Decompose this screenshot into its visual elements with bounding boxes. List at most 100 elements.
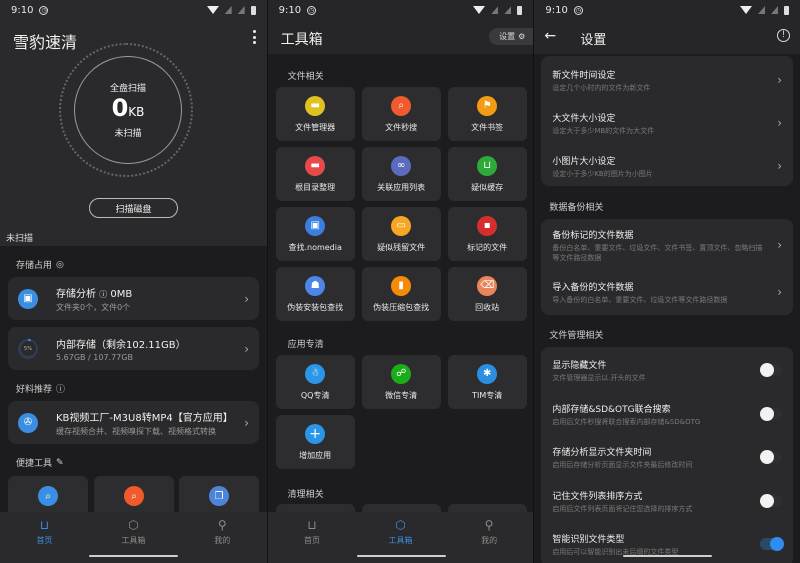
storage-analysis-icon: ▣ <box>18 288 38 309</box>
tool-tile[interactable]: + 增加应用 <box>275 415 355 469</box>
settings-item[interactable]: 大文件大小设定 设定大于多少MB的文件为大文件 › <box>542 104 792 142</box>
status-bar: 9:10 ◷ <box>0 0 267 20</box>
tool-label: 微信专清 <box>385 390 418 400</box>
help-icon[interactable]: ⓘ <box>56 382 65 395</box>
file-section-title: 文件管理相关 <box>549 331 604 341</box>
toggle-switch[interactable] <box>760 494 783 508</box>
tool-tile[interactable]: ☗ 伪装安装包查找 <box>275 267 355 321</box>
folder-icon: ▬ <box>305 95 326 116</box>
tool-label: 文件秒搜 <box>385 122 418 132</box>
tool-tile[interactable]: ⌫ 回收站 <box>447 267 527 321</box>
nav-label: 工具箱 <box>121 536 146 545</box>
person-icon: ⚲ <box>484 518 494 532</box>
more-menu-icon[interactable] <box>253 30 257 44</box>
settings-item-subtitle: 启用后文件列表页面将记住您选择的排序方式 <box>552 504 693 513</box>
toggle-knob <box>760 494 775 508</box>
storage-usage-ring: 5% <box>18 338 38 359</box>
tool-tile[interactable]: ∞ 关联应用列表 <box>361 147 441 201</box>
settings-item-title: 小图片大小设定 <box>552 156 616 167</box>
video-reel-icon: ✇ <box>18 412 38 433</box>
recommend-title: KB视频工厂-M3U8转MP4【官方应用】 <box>56 412 233 424</box>
nav-label: 首页 <box>36 536 53 545</box>
signal-icon <box>758 6 766 14</box>
gesture-bar[interactable] <box>89 555 178 557</box>
settings-item[interactable]: 小图片大小设定 设定小于多少KB的图片为小图片 › <box>542 147 792 185</box>
tool-tile[interactable]: ▭ 疑似残留文件 <box>361 207 441 261</box>
nav-mine[interactable]: ⚲ 我的 <box>178 518 267 563</box>
settings-item[interactable]: 备份标记的文件数据 备份白名单、重要文件、垃圾文件、文件书签、置顶文件、忽略扫描… <box>542 222 792 268</box>
chevron-right-icon: › <box>244 291 249 306</box>
storage-analysis-title: 存储分析 <box>56 288 96 300</box>
tool-tile[interactable]: ✱ TIM专清 <box>447 355 527 409</box>
tim-icon: ✱ <box>477 363 498 384</box>
alarm-icon: ◷ <box>307 5 317 15</box>
tool-tile[interactable]: ▬ 根目录整理 <box>275 147 355 201</box>
nav-home[interactable]: ⊔ 首页 <box>268 518 357 563</box>
tool-tile[interactable]: ▬ 文件管理器 <box>275 87 355 141</box>
nav-mine[interactable]: ⚲ 我的 <box>445 518 534 563</box>
status-bar: 9:10 ◷ <box>268 0 534 20</box>
page-title: 工具箱 <box>280 32 323 48</box>
internal-storage-card[interactable]: 5% 内部存储（剩余102.11GB） 5.67GB / 107.77GB › <box>8 327 259 370</box>
storage-analysis-card[interactable]: ▣ 存储分析 ⓘ 0MB 文件夹0个，文件0个 › <box>8 277 259 320</box>
search-icon: ⌕ <box>391 95 412 116</box>
scan-status-text: 未扫描 <box>6 234 34 244</box>
nav-home[interactable]: ⊔ 首页 <box>0 518 89 563</box>
storage-percent: 5% <box>20 341 36 356</box>
tool-label: 疑似缓存 <box>471 182 504 192</box>
edit-pencil-icon[interactable]: ✎ <box>56 458 64 468</box>
toggle-switch[interactable] <box>760 450 783 464</box>
battery-icon <box>250 5 256 15</box>
settings-item-title: 新文件时间设定 <box>552 70 616 81</box>
toggle-switch[interactable] <box>760 407 783 421</box>
tool-label: 增加应用 <box>299 450 332 460</box>
settings-button[interactable]: 设置 ⚙ <box>489 28 534 45</box>
tool-tile[interactable]: ▮ 伪装压缩包查找 <box>361 267 441 321</box>
tool-tile[interactable]: ▣ 查找.nomedia <box>275 207 355 261</box>
tool-tile[interactable]: ⚑ 文件书签 <box>447 87 527 141</box>
tool-label: 查找.nomedia <box>288 242 342 252</box>
storage-section-title: 存储占用 ◎ <box>16 258 64 272</box>
tool-tile[interactable]: ☃ QQ专清 <box>275 355 355 409</box>
status-bar: 9:10 ◷ <box>534 0 800 20</box>
alarm-icon: ◷ <box>573 5 583 15</box>
settings-circle-icon[interactable]: ◎ <box>56 260 64 270</box>
back-arrow-icon[interactable]: ← <box>544 28 556 44</box>
settings-screen: 9:10 ◷ ← 设置 ! 数据备份相关 文件管理相关 新文件时间设定 设定几个… <box>533 0 800 563</box>
toggle-switch[interactable] <box>760 363 783 377</box>
settings-item-title: 备份标记的文件数据 <box>552 230 634 241</box>
info-icon[interactable]: ! <box>777 29 791 42</box>
toggle-switch[interactable] <box>760 537 785 551</box>
tool-tile[interactable]: ▪ 标记的文件 <box>447 207 527 261</box>
recommend-subtitle: 缓存视频合并、视频嗅探下载、视频格式转换 <box>56 426 216 436</box>
settings-item[interactable]: 导入备份的文件数据 导入备份的白名单、重要文件、垃圾文件等文件路径数据 › <box>542 272 792 312</box>
settings-toggle-item: 显示隐藏文件 文件管理器显示以.开头的文件 <box>542 352 792 388</box>
tool-tile[interactable]: ⊔ 疑似缓存 <box>447 147 527 201</box>
recommend-card[interactable]: ✇ KB视频工厂-M3U8转MP4【官方应用】 缓存视频合并、视频嗅探下载、视频… <box>8 401 259 444</box>
gesture-bar[interactable] <box>356 555 446 557</box>
chevron-right-icon: › <box>777 116 783 130</box>
recommend-section-label: 好料推荐 <box>16 385 53 395</box>
help-icon[interactable]: ⓘ <box>99 290 107 299</box>
gesture-bar[interactable] <box>623 555 713 557</box>
trash-icon: ⌫ <box>477 275 498 296</box>
settings-item-title: 显示隐藏文件 <box>552 360 607 371</box>
settings-item-title: 内部存储&SD&OTG联合搜索 <box>552 404 671 415</box>
person-icon: ⚲ <box>217 518 227 532</box>
tool-tile[interactable]: ☍ 微信专清 <box>361 355 441 409</box>
tool-tile[interactable]: ⌕ 文件秒搜 <box>361 87 441 141</box>
tool-label: 疑似残留文件 <box>377 242 426 252</box>
chevron-right-icon: › <box>244 341 249 356</box>
settings-item-subtitle: 设定小于多少KB的图片为小图片 <box>552 169 653 178</box>
storage-section-label: 存储占用 <box>16 261 53 271</box>
cube-icon: ⬡ <box>128 518 139 532</box>
scan-disk-button[interactable]: 扫描磁盘 <box>89 198 178 218</box>
nav-label: 我的 <box>481 536 498 545</box>
toggle-knob <box>760 450 775 464</box>
settings-item-title: 记住文件列表排序方式 <box>552 491 643 502</box>
settings-item[interactable]: 新文件时间设定 设定几个小时内的文件为新文件 › <box>542 61 792 99</box>
signal-icon <box>504 6 512 14</box>
scan-size-value: 0 <box>111 94 129 122</box>
nav-label: 首页 <box>303 536 320 545</box>
internal-storage-subtitle: 5.67GB / 107.77GB <box>56 352 133 362</box>
